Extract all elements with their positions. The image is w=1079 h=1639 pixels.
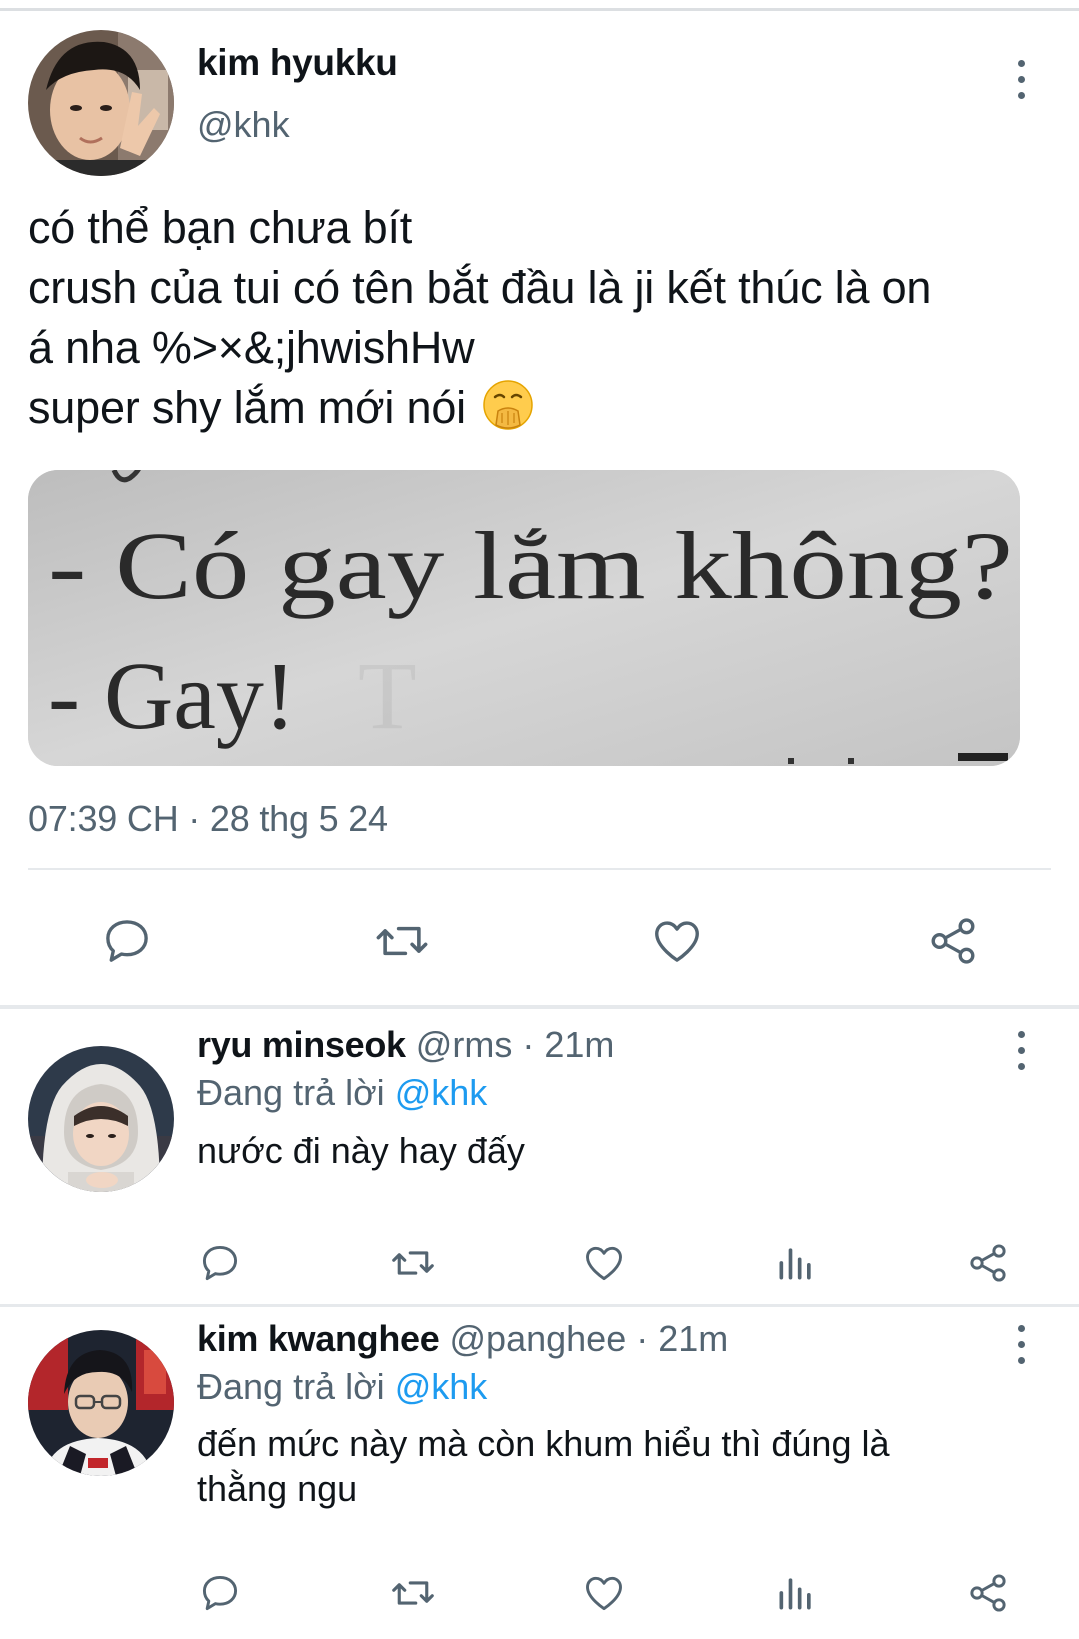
reply-button[interactable] xyxy=(98,912,156,970)
replying-to-prefix: Đang trả lời xyxy=(197,1072,395,1113)
tweet-image[interactable]: - Có gay lắm không? - Gay! T xyxy=(28,470,1020,766)
like-button[interactable] xyxy=(580,1569,628,1617)
tweet-text-line: crush của tui có tên bắt đầu là ji kết t… xyxy=(28,262,932,313)
retweet-icon xyxy=(392,1581,434,1605)
share-button[interactable] xyxy=(964,1569,1012,1617)
heart-icon xyxy=(586,1246,622,1281)
more-options-button[interactable] xyxy=(1006,56,1036,102)
retweet-icon xyxy=(392,1251,434,1275)
reply-author-handle[interactable]: @panghee xyxy=(450,1318,627,1359)
reply-header: ryu minseok @rms · 21m xyxy=(197,1024,614,1066)
retweet-button[interactable] xyxy=(370,912,434,970)
more-dot xyxy=(1017,1030,1025,1038)
more-dot xyxy=(1017,1062,1025,1070)
retweet-icon xyxy=(376,926,428,956)
reply-text-line: đến mức này mà còn khum hiểu thì đúng là xyxy=(197,1423,890,1464)
more-dot xyxy=(1017,1324,1025,1332)
main-tweet: kim hyukku @khk có thể bạn chưa bít crus… xyxy=(0,0,1079,1008)
share-icon xyxy=(970,1574,1006,1612)
heart-icon xyxy=(655,921,699,962)
like-button[interactable] xyxy=(648,912,706,970)
reply-text-line: thằng ngu xyxy=(197,1468,358,1509)
more-options-button[interactable] xyxy=(1006,1321,1036,1367)
replying-to-prefix: Đang trả lời xyxy=(197,1366,395,1407)
reply-text: đến mức này mà còn khum hiểu thì đúng là… xyxy=(197,1421,1057,1511)
reply-time[interactable]: · 21m xyxy=(626,1318,728,1359)
replying-to: Đang trả lời @khk xyxy=(197,1072,487,1114)
shy-face-emoji-icon xyxy=(482,379,534,446)
tweet-text-line: super shy lắm mới nói xyxy=(28,382,466,433)
replying-to-mention[interactable]: @khk xyxy=(395,1072,488,1113)
share-button[interactable] xyxy=(924,912,982,970)
share-icon xyxy=(931,918,975,964)
reply-icon xyxy=(106,920,148,962)
reply-tweet[interactable]: ryu minseok @rms · 21m Đang trả lời @khk… xyxy=(0,1009,1079,1307)
author-name[interactable]: kim hyukku xyxy=(197,42,398,84)
analytics-icon xyxy=(779,1578,811,1610)
reply-author-name[interactable]: kim kwanghee xyxy=(197,1318,440,1359)
more-options-button[interactable] xyxy=(1006,1027,1036,1073)
retweet-button[interactable] xyxy=(388,1239,438,1287)
tweet-text-line: á nha %>×&;jhwishHw xyxy=(28,322,475,373)
retweet-button[interactable] xyxy=(388,1569,438,1617)
heart-icon xyxy=(586,1576,622,1611)
author-handle[interactable]: @khk xyxy=(197,104,290,146)
reply-header: kim kwanghee @panghee · 21m xyxy=(197,1318,728,1360)
replying-to-mention[interactable]: @khk xyxy=(395,1366,488,1407)
reply-author-handle[interactable]: @rms xyxy=(416,1024,513,1065)
tweet-text: có thể bạn chưa bít crush của tui có tên… xyxy=(28,198,1068,446)
divider xyxy=(28,868,1051,870)
more-dot xyxy=(1017,1340,1025,1348)
share-button[interactable] xyxy=(964,1239,1012,1287)
tweet-timestamp[interactable]: 07:39 CH · 28 thg 5 24 xyxy=(28,798,388,840)
reply-author-name[interactable]: ryu minseok xyxy=(197,1024,406,1065)
image-text-line1: - Có gay lắm không? xyxy=(48,512,1013,619)
replying-to: Đang trả lời @khk xyxy=(197,1366,487,1408)
reply-icon xyxy=(202,1245,238,1281)
like-button[interactable] xyxy=(580,1239,628,1287)
views-button[interactable] xyxy=(772,1239,820,1287)
more-dot xyxy=(1017,1046,1025,1054)
more-dot xyxy=(1017,59,1025,67)
reply-button[interactable] xyxy=(196,1569,244,1617)
share-icon xyxy=(970,1244,1006,1282)
reply-icon xyxy=(202,1575,238,1611)
reply-button[interactable] xyxy=(196,1239,244,1287)
image-text-line2: - Gay! xyxy=(48,642,296,749)
svg-text:T: T xyxy=(358,642,417,749)
reply-tweet[interactable]: kim kwanghee @panghee · 21m Đang trả lời… xyxy=(0,1307,1079,1639)
reply-time[interactable]: · 21m xyxy=(512,1024,614,1065)
author-avatar[interactable] xyxy=(28,30,174,176)
reply-avatar[interactable] xyxy=(28,1330,174,1476)
reply-text: nước đi này hay đấy xyxy=(197,1130,525,1171)
tweet-text-line: có thể bạn chưa bít xyxy=(28,202,413,253)
more-dot xyxy=(1017,91,1025,99)
analytics-icon xyxy=(779,1248,811,1280)
more-dot xyxy=(1017,1356,1025,1364)
reply-avatar[interactable] xyxy=(28,1046,174,1192)
views-button[interactable] xyxy=(772,1569,820,1617)
more-dot xyxy=(1017,75,1025,83)
